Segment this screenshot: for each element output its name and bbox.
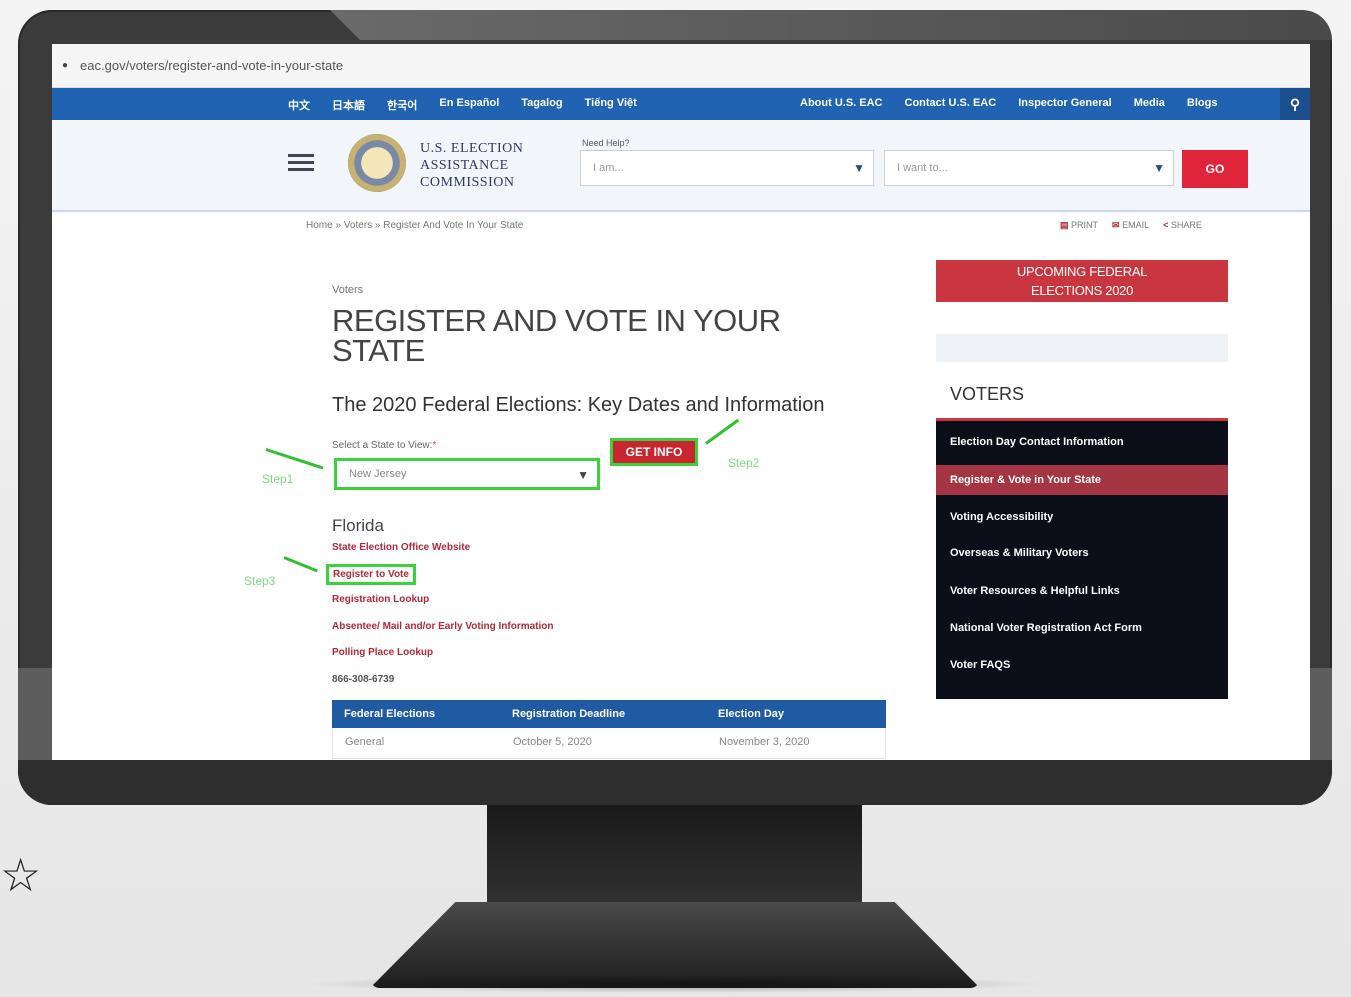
voters-menu: Election Day Contact Information Registe… [936,421,1228,699]
step3-arrow [283,556,318,573]
language-links: 中文 日本語 한국어 En Español Tagalog Tiếng Việt [288,97,637,113]
step1-arrow [265,448,324,470]
voters-menu-item[interactable]: Overseas & Military Voters [936,538,1228,568]
chevron-down-icon: ▼ [853,161,865,175]
eac-seal-logo[interactable] [348,134,406,192]
i-want-to-select[interactable]: I want to... ▼ [884,150,1174,186]
utility-links: About U.S. EAC Contact U.S. EAC Inspecto… [800,97,1217,109]
select-placeholder: I am... [593,162,624,174]
lang-link[interactable]: 한국어 [387,97,417,113]
search-icon[interactable]: ⚲ [1280,88,1310,120]
logo-line: U.S. ELECTION [420,141,524,156]
email-button[interactable]: ✉ EMAIL [1112,220,1149,231]
nav-link-media[interactable]: Media [1134,97,1165,109]
page-title: REGISTER AND VOTE IN YOUR STATE [332,303,781,368]
bezel-highlight [330,10,1332,40]
lang-link[interactable]: 中文 [288,97,310,113]
register-to-vote-link[interactable]: Register to Vote [326,564,416,585]
lang-link[interactable]: En Español [439,97,499,113]
upcoming-line: ELECTIONS 2020 [1030,283,1133,298]
state-select[interactable]: New Jersey ▼ [334,458,600,490]
i-am-select[interactable]: I am... ▼ [580,150,874,186]
voters-menu-item[interactable]: National Voter Registration Act Form [936,613,1228,643]
lang-link[interactable]: Tiếng Việt [585,97,637,113]
table-header: Federal Elections Registration Deadline … [332,700,886,728]
need-help-label: Need Help? [582,138,630,148]
logo-line: ASSISTANCE [420,158,509,173]
go-button[interactable]: GO [1182,150,1248,188]
lang-link[interactable]: Tagalog [521,97,562,113]
share-icon: < [1163,220,1169,230]
site-header: U.S. ELECTION ASSISTANCE COMMISSION Need… [52,120,1310,212]
voters-menu-item[interactable]: Voter Resources & Helpful Links [936,576,1228,606]
required-marker: * [432,440,437,451]
nav-link-contact[interactable]: Contact U.S. EAC [905,97,997,109]
print-icon: ▤ [1060,220,1069,230]
browser-address-bar[interactable]: ● eac.gov/voters/register-and-vote-in-yo… [52,44,1310,88]
state-election-office-link[interactable]: State Election Office Website [332,542,470,553]
table-cell: October 5, 2020 [513,736,592,748]
voters-menu-item[interactable]: Voting Accessibility [936,502,1228,532]
column-header: Registration Deadline [512,708,626,720]
page-subtitle: The 2020 Federal Elections: Key Dates an… [332,394,825,416]
election-dates-table: Federal Elections Registration Deadline … [332,700,886,759]
site-logo-text[interactable]: U.S. ELECTION ASSISTANCE COMMISSION [420,140,523,191]
table-cell: General [345,736,385,748]
monitor-screen: ● eac.gov/voters/register-and-vote-in-yo… [52,44,1310,760]
print-button[interactable]: ▤ PRINT [1060,220,1098,231]
get-info-button[interactable]: GET INFO [610,438,698,466]
menu-icon[interactable] [288,154,314,175]
print-label: PRINT [1071,220,1099,230]
chevron-down-icon: ▼ [577,468,589,482]
email-icon: ✉ [1112,220,1120,230]
share-button[interactable]: < SHARE [1163,220,1202,231]
base-shadow [300,975,1050,993]
share-label: SHARE [1170,220,1202,230]
step1-annotation: Step1 [262,472,294,486]
lang-link[interactable]: 日本語 [332,97,365,113]
state-select-label: Select a State to View:* [332,440,436,451]
voters-menu-item[interactable]: Election Day Contact Information [936,427,1228,457]
url-text[interactable]: eac.gov/voters/register-and-vote-in-your… [80,58,343,73]
table-row: General October 5, 2020 November 3, 2020 [332,728,886,759]
nav-link-blogs[interactable]: Blogs [1187,97,1218,109]
page-tools: ▤ PRINT ✉ EMAIL < SHARE [1060,220,1202,231]
step3-annotation: Step3 [244,574,276,588]
column-header: Election Day [718,708,785,720]
top-nav-bar: 中文 日本語 한국어 En Español Tagalog Tiếng Việt… [52,88,1310,120]
logo-line: COMMISSION [420,175,515,190]
absentee-info-link[interactable]: Absentee/ Mail and/or Early Voting Infor… [332,621,554,632]
state-name-heading: Florida [332,516,384,535]
nav-link-about[interactable]: About U.S. EAC [800,97,883,109]
email-label: EMAIL [1122,220,1150,230]
bezel-chin [18,760,1332,805]
upcoming-line: UPCOMING FEDERAL [1016,264,1148,279]
partial-icon: ☆ [0,848,42,902]
label-text: Select a State to View: [332,440,433,451]
breadcrumb[interactable]: Home » Voters » Register And Vote In You… [306,220,523,231]
step2-arrow [705,418,740,445]
section-eyebrow: Voters [332,284,364,296]
table-cell: November 3, 2020 [719,736,810,748]
step2-annotation: Step2 [728,456,760,470]
nav-link-inspector[interactable]: Inspector General [1018,97,1112,109]
chevron-down-icon: ▼ [1153,161,1165,175]
voters-heading: VOTERS [950,384,1025,404]
phone-number: 866-308-6739 [332,674,395,685]
polling-place-link[interactable]: Polling Place Lookup [332,647,433,658]
registration-lookup-link[interactable]: Registration Lookup [332,594,429,605]
breadcrumb-row: Home » Voters » Register And Vote In You… [52,212,1310,242]
column-header: Federal Elections [344,708,436,720]
sidebar-spacer [936,334,1228,362]
voters-menu-item-active[interactable]: Register & Vote in Your State [936,465,1228,495]
upcoming-elections-button[interactable]: UPCOMING FEDERAL ELECTIONS 2020 [936,260,1228,302]
select-placeholder: I want to... [897,162,948,174]
state-select-value: New Jersey [349,468,407,480]
voters-menu-item[interactable]: Voter FAQS [936,650,1228,680]
lock-icon: ● [62,60,69,71]
